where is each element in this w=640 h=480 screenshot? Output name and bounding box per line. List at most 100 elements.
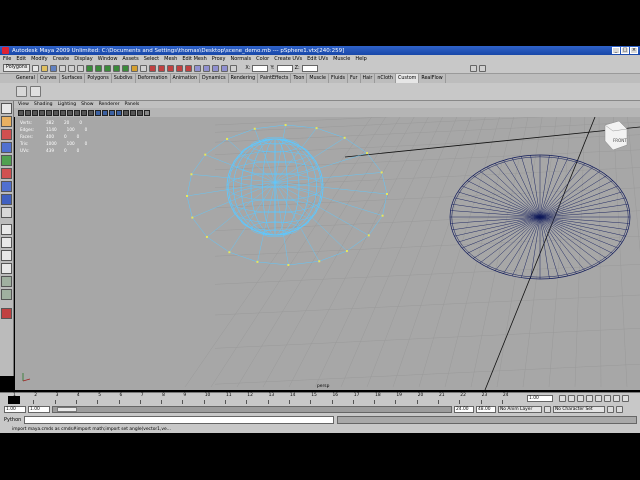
tab-painteffects[interactable]: PaintEffects xyxy=(258,74,292,83)
command-language-label[interactable]: Python xyxy=(4,417,21,423)
menu-create-uvs[interactable]: Create UVs xyxy=(274,56,302,62)
new-scene-icon[interactable] xyxy=(32,64,40,72)
tab-subdivs[interactable]: Subdivs xyxy=(112,74,136,83)
menu-modify[interactable]: Modify xyxy=(31,56,48,62)
menu-help[interactable]: Help xyxy=(355,56,366,62)
z-field[interactable] xyxy=(301,64,318,72)
menu-color[interactable]: Color xyxy=(256,56,269,62)
menu-window[interactable]: Window xyxy=(98,56,118,62)
animation-start-field[interactable]: 1.00 xyxy=(4,405,26,413)
shelf-custom-icon[interactable] xyxy=(30,86,41,97)
step-back-key-icon[interactable] xyxy=(568,395,575,402)
range-thumb[interactable] xyxy=(57,406,77,412)
snap-plane-icon[interactable] xyxy=(176,64,184,72)
tab-dynamics[interactable]: Dynamics xyxy=(200,74,229,83)
character-set-selector[interactable]: No Character Set xyxy=(553,405,605,413)
camera-attributes-icon[interactable] xyxy=(25,109,31,116)
image-plane-icon[interactable] xyxy=(39,109,45,116)
last-tool-icon[interactable] xyxy=(1,207,12,218)
snap-point-icon[interactable] xyxy=(167,64,175,72)
gate-mask-icon[interactable] xyxy=(67,109,73,116)
panel-menu-renderer[interactable]: Renderer xyxy=(99,102,120,107)
menu-edit[interactable]: Edit xyxy=(16,56,26,62)
misc-mask-icon[interactable] xyxy=(122,64,130,72)
safe-title-icon[interactable] xyxy=(88,109,94,116)
edge-mask-icon[interactable] xyxy=(95,64,103,72)
panel-menu-view[interactable]: View xyxy=(18,102,29,107)
menu-select[interactable]: Select xyxy=(144,56,159,62)
snap-curve-icon[interactable] xyxy=(158,64,166,72)
soft-mod-tool-icon[interactable] xyxy=(1,194,12,205)
animation-end-field[interactable]: 48.00 xyxy=(476,405,496,413)
resolution-gate-icon[interactable] xyxy=(60,109,66,116)
minimize-button[interactable]: _ xyxy=(612,47,620,54)
tab-hair[interactable]: Hair xyxy=(361,74,376,83)
command-input[interactable] xyxy=(24,415,335,424)
menu-display[interactable]: Display xyxy=(74,56,92,62)
menu-muscle[interactable]: Muscle xyxy=(333,56,350,62)
lasso-tool-icon[interactable] xyxy=(1,116,12,127)
tab-ncloth[interactable]: nCloth xyxy=(375,74,396,83)
select-tool-icon[interactable] xyxy=(1,103,12,114)
manipulator-tool-icon[interactable] xyxy=(1,181,12,192)
layout-side-icon[interactable] xyxy=(1,250,12,261)
tab-muscle[interactable]: Muscle xyxy=(307,74,329,83)
close-button[interactable]: × xyxy=(630,47,638,54)
select-object-icon[interactable] xyxy=(68,64,76,72)
layout-single-icon[interactable] xyxy=(1,224,12,235)
render-frame-icon[interactable] xyxy=(203,64,211,72)
paint-select-tool-icon[interactable] xyxy=(1,129,12,140)
menu-file[interactable]: File xyxy=(3,56,11,62)
save-scene-icon[interactable] xyxy=(50,64,58,72)
menu-assets[interactable]: Assets xyxy=(122,56,138,62)
time-slider[interactable]: 123456789101112131415161718192021222324 xyxy=(0,392,525,405)
playback-start-field[interactable]: 1.00 xyxy=(28,405,50,413)
current-time-indicator[interactable] xyxy=(8,396,20,404)
all-lights-icon[interactable] xyxy=(130,109,136,116)
tab-animation[interactable]: Animation xyxy=(171,74,200,83)
highlight-selection-icon[interactable] xyxy=(140,64,148,72)
input-line-mode-icon[interactable] xyxy=(230,64,238,72)
go-to-end-icon[interactable] xyxy=(622,395,629,402)
play-forwards-icon[interactable] xyxy=(595,395,602,402)
tab-rendering[interactable]: Rendering xyxy=(229,74,259,83)
auto-key-icon[interactable] xyxy=(607,405,614,413)
maximize-button[interactable]: □ xyxy=(621,47,629,54)
panel-menu-shading[interactable]: Shading xyxy=(34,102,53,107)
default-light-icon[interactable] xyxy=(123,109,129,116)
layout-top-icon[interactable] xyxy=(1,263,12,274)
film-gate-icon[interactable] xyxy=(53,109,59,116)
step-forward-key-icon[interactable] xyxy=(613,395,620,402)
tab-fur[interactable]: Fur xyxy=(348,74,361,83)
menu-mesh[interactable]: Mesh xyxy=(164,56,177,62)
render-settings-icon[interactable] xyxy=(221,64,229,72)
play-backwards-icon[interactable] xyxy=(586,395,593,402)
tab-curves[interactable]: Curves xyxy=(38,74,60,83)
select-component-icon[interactable] xyxy=(77,64,85,72)
scale-tool-icon[interactable] xyxy=(1,168,12,179)
smooth-shade-icon[interactable] xyxy=(102,109,108,116)
tab-surfaces[interactable]: Surfaces xyxy=(60,74,86,83)
layout-four-icon[interactable] xyxy=(1,237,12,248)
maya-menu-icon[interactable] xyxy=(1,308,12,319)
rotate-tool-icon[interactable] xyxy=(1,155,12,166)
playback-end-field[interactable]: 24.00 xyxy=(454,405,474,413)
viewport-canvas[interactable]: FRONT xyxy=(15,117,640,390)
panel-menu-panels[interactable]: Panels xyxy=(125,102,140,107)
shadows-icon[interactable] xyxy=(137,109,143,116)
menu-edit-uvs[interactable]: Edit UVs xyxy=(307,56,328,62)
range-bar[interactable] xyxy=(52,405,452,413)
move-tool-icon[interactable] xyxy=(1,142,12,153)
snap-grid-icon[interactable] xyxy=(149,64,157,72)
select-hierarchy-icon[interactable] xyxy=(59,64,67,72)
layout-graph-icon[interactable] xyxy=(1,289,12,300)
tab-general[interactable]: General xyxy=(14,74,38,83)
channel-box-icon[interactable] xyxy=(469,64,477,72)
camera-select-icon[interactable] xyxy=(18,109,24,116)
step-forward-frame-icon[interactable] xyxy=(604,395,611,402)
step-back-frame-icon[interactable] xyxy=(577,395,584,402)
tab-custom[interactable]: Custom xyxy=(395,74,420,83)
bookmark-icon[interactable] xyxy=(32,109,38,116)
attribute-editor-icon[interactable] xyxy=(478,64,486,72)
viewcube-icon[interactable]: FRONT xyxy=(604,120,628,151)
